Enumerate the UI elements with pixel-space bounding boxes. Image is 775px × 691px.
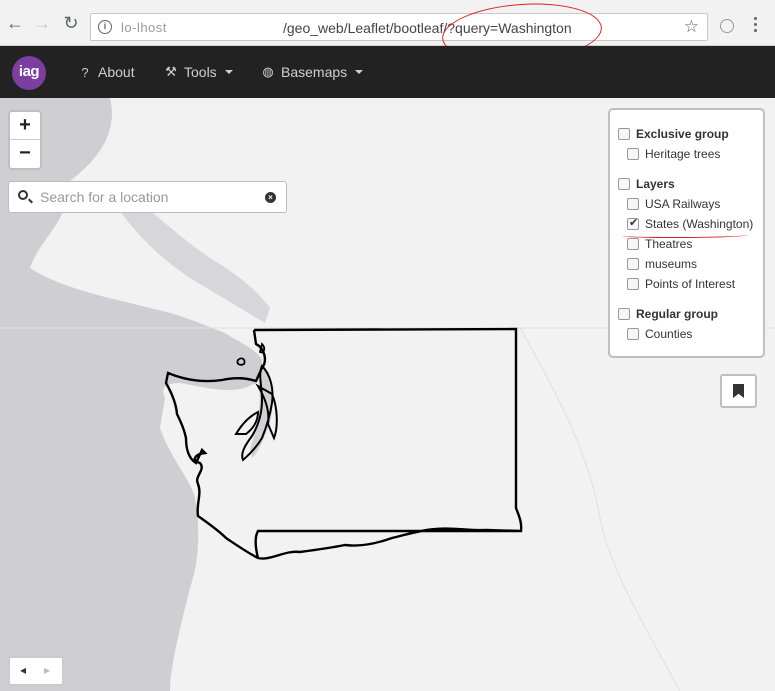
checkbox[interactable] [627,278,639,290]
caret-down-icon [355,70,364,74]
layer-label: Heritage trees [645,147,721,161]
caret-left-icon[interactable]: ◂ [20,663,26,677]
zoom-in-button[interactable]: + [10,112,40,140]
location-search-box[interactable]: Search for a location × [8,181,287,213]
layer-label: museums [645,257,698,271]
group-label: Regular group [636,307,719,321]
back-button[interactable]: ← [4,12,26,34]
globe-icon: ◍ [262,64,274,79]
extension-icon[interactable] [720,19,734,33]
redaction-mask [169,17,279,37]
layer-label: Counties [645,327,693,341]
address-bar[interactable]: i lo-lhost /geo_web/Leaflet/bootleaf/?qu… [90,13,708,41]
group-label: Exclusive group [636,127,729,141]
bookmark-icon [733,384,744,398]
layer-label: Points of Interest [645,277,736,291]
group-exclusive[interactable]: Exclusive group [618,127,729,141]
iag-logo[interactable]: iag [12,56,46,90]
checkbox[interactable] [618,128,630,140]
checkbox[interactable] [627,238,639,250]
bookmark-star-icon[interactable]: ☆ [684,17,699,37]
bookmark-button[interactable] [720,374,757,408]
reload-button[interactable]: ↻ [60,12,82,34]
checkbox-checked[interactable] [627,216,639,230]
app-navbar: iag ? About ⚒ Tools ◍ Basemaps [0,46,775,98]
layer-label: Theatres [645,237,693,251]
checkbox[interactable] [618,308,630,320]
browser-toolbar: ← → ↻ i lo-lhost /geo_web/Leaflet/bootle… [0,0,775,46]
nav-about-label: About [98,64,135,80]
group-label: Layers [636,177,675,191]
zoom-control: + − [8,110,42,170]
map-canvas[interactable]: + − Search for a location × Exclusive gr… [0,98,775,691]
info-icon[interactable]: i [98,20,112,34]
nav-basemaps-label: Basemaps [281,64,348,80]
layer-label: USA Railways [645,197,721,211]
layer-counties[interactable]: Counties [627,327,692,341]
layer-museums[interactable]: museums [627,257,697,271]
layer-states-washington[interactable]: States (Washington) [627,216,754,231]
search-input[interactable]: Search for a location [40,189,168,205]
clear-search-icon[interactable]: × [265,192,276,203]
caret-right-icon[interactable]: ▸ [44,663,50,677]
wrench-icon: ⚒ [165,64,177,79]
checkbox[interactable] [627,148,639,160]
checkbox[interactable] [618,178,630,190]
forward-button[interactable]: → [31,12,53,34]
browser-menu-icon[interactable] [754,17,758,33]
checkbox[interactable] [627,258,639,270]
group-regular[interactable]: Regular group [618,307,718,321]
checkbox[interactable] [627,328,639,340]
layer-label: States (Washington) [645,217,754,231]
layer-heritage-trees[interactable]: Heritage trees [627,147,720,161]
sidebar-toggle[interactable]: ◂ ▸ [8,656,64,686]
zoom-out-button[interactable]: − [10,140,40,168]
nav-tools-label: Tools [184,64,217,80]
layer-points-of-interest[interactable]: Points of Interest [627,277,735,291]
caret-down-icon [224,70,233,74]
checkbox[interactable] [627,198,639,210]
state-border [519,327,681,691]
search-icon [18,190,28,200]
layer-theatres[interactable]: Theatres [627,237,692,251]
layer-usa-railways[interactable]: USA Railways [627,197,720,211]
nav-basemaps[interactable]: ◍ Basemaps [261,64,364,80]
group-layers[interactable]: Layers [618,177,675,191]
question-circle-icon: ? [81,64,89,80]
nav-about[interactable]: ? About [78,64,135,80]
url-host: lo-lhost [121,20,167,35]
nav-tools[interactable]: ⚒ Tools [164,64,233,80]
